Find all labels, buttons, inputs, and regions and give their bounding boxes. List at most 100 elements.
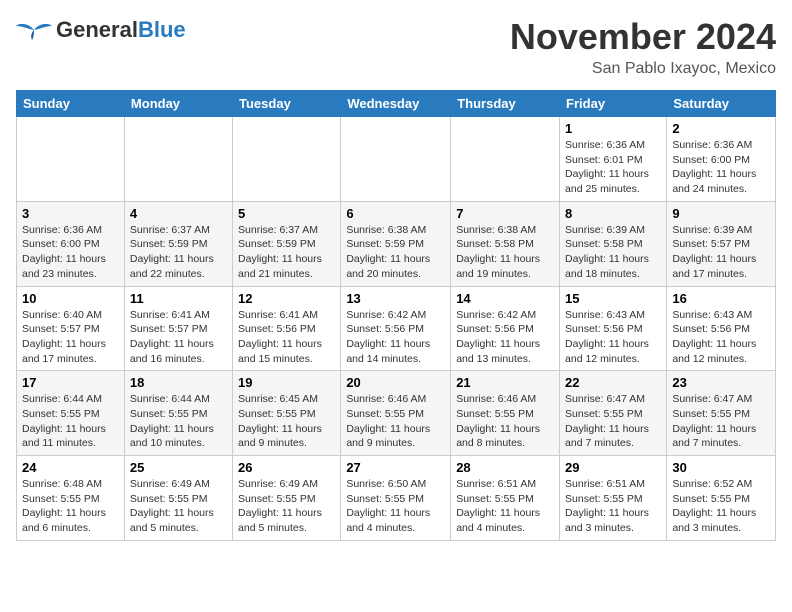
day-info: Sunrise: 6:42 AMSunset: 5:56 PMDaylight:… xyxy=(456,309,540,365)
header-day-sunday: Sunday xyxy=(17,91,125,117)
day-number: 26 xyxy=(238,460,335,475)
day-number: 2 xyxy=(672,121,770,136)
day-number: 13 xyxy=(346,291,445,306)
day-info: Sunrise: 6:47 AMSunset: 5:55 PMDaylight:… xyxy=(672,393,756,449)
calendar-week-5: 24Sunrise: 6:48 AMSunset: 5:55 PMDayligh… xyxy=(17,456,776,541)
calendar-table: SundayMondayTuesdayWednesdayThursdayFrid… xyxy=(16,90,776,541)
calendar-cell: 25 Sunrise: 6:49 AMSunset: 5:55 PMDayligh… xyxy=(124,456,232,541)
page-header: GeneralBlue November 2024 San Pablo Ixay… xyxy=(16,16,776,78)
calendar-cell: 30 Sunrise: 6:52 AMSunset: 5:55 PMDayligh… xyxy=(667,456,776,541)
day-info: Sunrise: 6:37 AMSunset: 5:59 PMDaylight:… xyxy=(238,224,322,280)
calendar-cell: 3Sunrise: 6:36 AMSunset: 6:00 PMDaylight… xyxy=(17,201,125,286)
day-number: 27 xyxy=(346,460,445,475)
day-info: Sunrise: 6:52 AMSunset: 5:55 PMDaylight:… xyxy=(672,478,756,534)
calendar-cell: 20 Sunrise: 6:46 AMSunset: 5:55 PMDayligh… xyxy=(341,371,451,456)
header-day-tuesday: Tuesday xyxy=(233,91,341,117)
calendar-cell: 4 Sunrise: 6:37 AMSunset: 5:59 PMDaylight… xyxy=(124,201,232,286)
day-number: 8 xyxy=(565,206,661,221)
day-info: Sunrise: 6:38 AMSunset: 5:58 PMDaylight:… xyxy=(456,224,540,280)
calendar-cell: 13 Sunrise: 6:42 AMSunset: 5:56 PMDayligh… xyxy=(341,286,451,371)
day-number: 18 xyxy=(130,375,227,390)
header-day-thursday: Thursday xyxy=(451,91,560,117)
calendar-week-3: 10 Sunrise: 6:40 AMSunset: 5:57 PMDayligh… xyxy=(17,286,776,371)
day-number: 25 xyxy=(130,460,227,475)
calendar-week-4: 17 Sunrise: 6:44 AMSunset: 5:55 PMDayligh… xyxy=(17,371,776,456)
day-number: 4 xyxy=(130,206,227,221)
header-day-friday: Friday xyxy=(560,91,667,117)
day-number: 9 xyxy=(672,206,770,221)
day-info: Sunrise: 6:49 AMSunset: 5:55 PMDaylight:… xyxy=(238,478,322,534)
title-block: November 2024 San Pablo Ixayoc, Mexico xyxy=(510,16,776,78)
calendar-cell: 15 Sunrise: 6:43 AMSunset: 5:56 PMDayligh… xyxy=(560,286,667,371)
day-number: 30 xyxy=(672,460,770,475)
calendar-cell: 22 Sunrise: 6:47 AMSunset: 5:55 PMDayligh… xyxy=(560,371,667,456)
day-number: 1 xyxy=(565,121,661,136)
month-title: November 2024 xyxy=(510,16,776,58)
calendar-cell: 17Sunrise: 6:44 AMSunset: 5:55 PMDayligh… xyxy=(17,371,125,456)
day-info: Sunrise: 6:46 AMSunset: 5:55 PMDaylight:… xyxy=(346,393,430,449)
day-number: 11 xyxy=(130,291,227,306)
day-info: Sunrise: 6:46 AMSunset: 5:55 PMDaylight:… xyxy=(456,393,540,449)
calendar-cell: 14 Sunrise: 6:42 AMSunset: 5:56 PMDayligh… xyxy=(451,286,560,371)
day-info: Sunrise: 6:44 AMSunset: 5:55 PMDaylight:… xyxy=(130,393,214,449)
day-info: Sunrise: 6:49 AMSunset: 5:55 PMDaylight:… xyxy=(130,478,214,534)
day-info: Sunrise: 6:51 AMSunset: 5:55 PMDaylight:… xyxy=(565,478,649,534)
day-number: 16 xyxy=(672,291,770,306)
header-day-saturday: Saturday xyxy=(667,91,776,117)
day-number: 7 xyxy=(456,206,554,221)
day-number: 15 xyxy=(565,291,661,306)
day-info: Sunrise: 6:43 AMSunset: 5:56 PMDaylight:… xyxy=(565,309,649,365)
logo-general: General xyxy=(56,17,138,42)
day-number: 12 xyxy=(238,291,335,306)
day-number: 23 xyxy=(672,375,770,390)
calendar-cell: 21Sunrise: 6:46 AMSunset: 5:55 PMDayligh… xyxy=(451,371,560,456)
day-number: 20 xyxy=(346,375,445,390)
calendar-cell: 9Sunrise: 6:39 AMSunset: 5:57 PMDaylight… xyxy=(667,201,776,286)
header-day-wednesday: Wednesday xyxy=(341,91,451,117)
day-number: 29 xyxy=(565,460,661,475)
calendar-cell: 26 Sunrise: 6:49 AMSunset: 5:55 PMDayligh… xyxy=(233,456,341,541)
day-info: Sunrise: 6:45 AMSunset: 5:55 PMDaylight:… xyxy=(238,393,322,449)
day-info: Sunrise: 6:36 AMSunset: 6:00 PMDaylight:… xyxy=(672,139,756,195)
day-info: Sunrise: 6:42 AMSunset: 5:56 PMDaylight:… xyxy=(346,309,430,365)
location-title: San Pablo Ixayoc, Mexico xyxy=(510,60,776,78)
calendar-cell xyxy=(124,117,232,202)
calendar-cell: 24Sunrise: 6:48 AMSunset: 5:55 PMDayligh… xyxy=(17,456,125,541)
day-number: 24 xyxy=(22,460,119,475)
day-info: Sunrise: 6:38 AMSunset: 5:59 PMDaylight:… xyxy=(346,224,430,280)
logo-icon xyxy=(16,16,52,44)
calendar-cell: 27 Sunrise: 6:50 AMSunset: 5:55 PMDayligh… xyxy=(341,456,451,541)
day-info: Sunrise: 6:41 AMSunset: 5:56 PMDaylight:… xyxy=(238,309,322,365)
calendar-cell: 11Sunrise: 6:41 AMSunset: 5:57 PMDayligh… xyxy=(124,286,232,371)
calendar-cell: 1Sunrise: 6:36 AMSunset: 6:01 PMDaylight… xyxy=(560,117,667,202)
header-day-monday: Monday xyxy=(124,91,232,117)
calendar-cell xyxy=(451,117,560,202)
calendar-cell: 19 Sunrise: 6:45 AMSunset: 5:55 PMDayligh… xyxy=(233,371,341,456)
logo-blue: Blue xyxy=(138,17,186,42)
calendar-cell: 10 Sunrise: 6:40 AMSunset: 5:57 PMDayligh… xyxy=(17,286,125,371)
day-info: Sunrise: 6:50 AMSunset: 5:55 PMDaylight:… xyxy=(346,478,430,534)
calendar-cell: 5Sunrise: 6:37 AMSunset: 5:59 PMDaylight… xyxy=(233,201,341,286)
day-info: Sunrise: 6:40 AMSunset: 5:57 PMDaylight:… xyxy=(22,309,106,365)
day-number: 14 xyxy=(456,291,554,306)
logo-text: GeneralBlue xyxy=(56,17,186,43)
day-number: 10 xyxy=(22,291,119,306)
day-info: Sunrise: 6:47 AMSunset: 5:55 PMDaylight:… xyxy=(565,393,649,449)
calendar-cell xyxy=(17,117,125,202)
calendar-header-row: SundayMondayTuesdayWednesdayThursdayFrid… xyxy=(17,91,776,117)
day-info: Sunrise: 6:37 AMSunset: 5:59 PMDaylight:… xyxy=(130,224,214,280)
day-number: 17 xyxy=(22,375,119,390)
day-number: 22 xyxy=(565,375,661,390)
calendar-cell: 28 Sunrise: 6:51 AMSunset: 5:55 PMDayligh… xyxy=(451,456,560,541)
calendar-week-1: 1Sunrise: 6:36 AMSunset: 6:01 PMDaylight… xyxy=(17,117,776,202)
calendar-cell: 2 Sunrise: 6:36 AMSunset: 6:00 PMDaylight… xyxy=(667,117,776,202)
calendar-cell: 8Sunrise: 6:39 AMSunset: 5:58 PMDaylight… xyxy=(560,201,667,286)
day-info: Sunrise: 6:51 AMSunset: 5:55 PMDaylight:… xyxy=(456,478,540,534)
calendar-cell xyxy=(341,117,451,202)
day-number: 3 xyxy=(22,206,119,221)
calendar-cell: 23 Sunrise: 6:47 AMSunset: 5:55 PMDayligh… xyxy=(667,371,776,456)
day-number: 19 xyxy=(238,375,335,390)
calendar-cell: 29 Sunrise: 6:51 AMSunset: 5:55 PMDayligh… xyxy=(560,456,667,541)
calendar-cell: 7 Sunrise: 6:38 AMSunset: 5:58 PMDaylight… xyxy=(451,201,560,286)
day-number: 28 xyxy=(456,460,554,475)
